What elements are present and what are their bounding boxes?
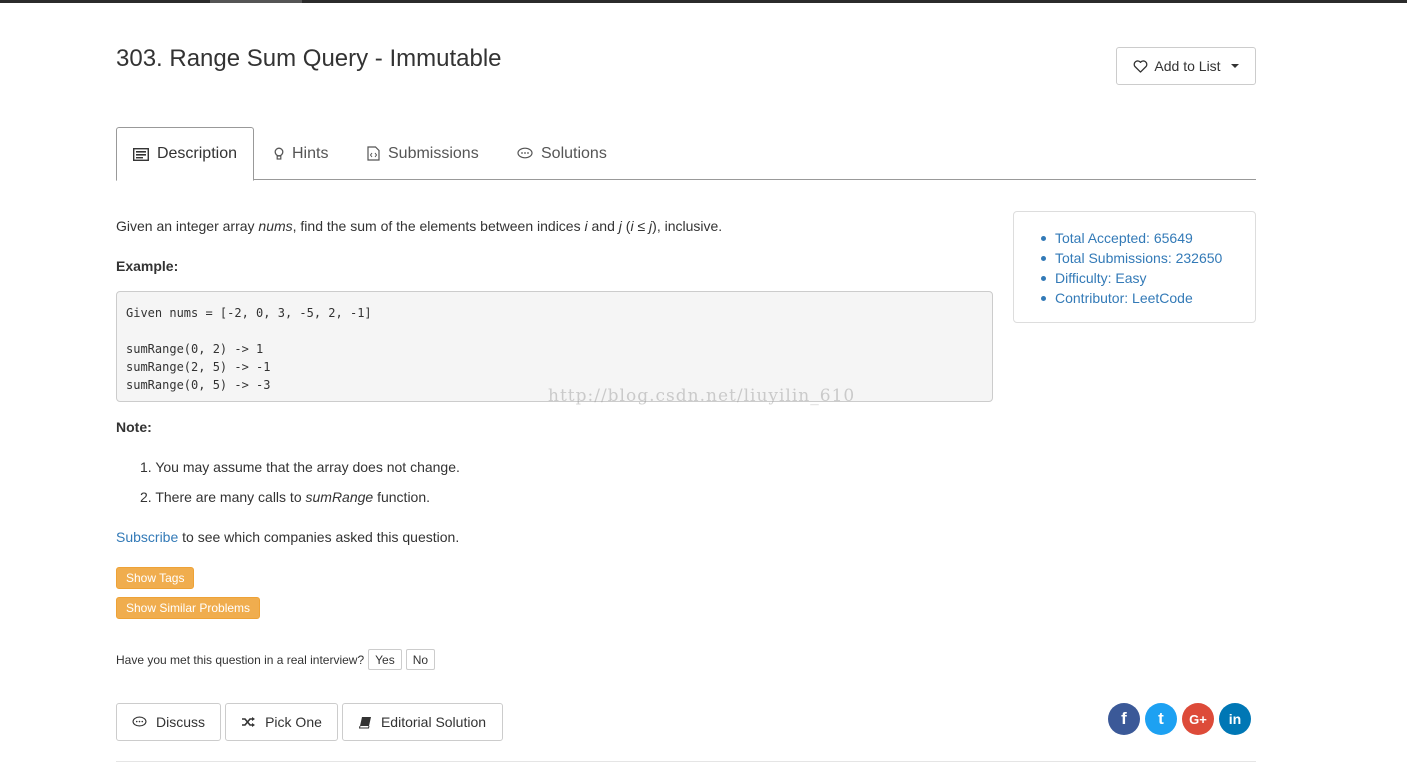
interview-question: Have you met this question in a real int… [116,649,436,670]
facebook-icon: f [1121,709,1127,728]
watermark-text: http://blog.csdn.net/liuyilin_610 [548,386,856,406]
tab-solutions[interactable]: Solutions [501,127,623,180]
stat-total-submissions: Total Submissions: 232650 [1040,248,1255,268]
yes-button[interactable]: Yes [368,649,402,670]
stat-contributor: Contributor: LeetCode [1040,288,1255,308]
facebook-share-button[interactable]: f [1108,703,1140,735]
tab-description-label: Description [156,145,237,162]
show-tags-button[interactable]: Show Tags [116,567,195,589]
browser-top-bar [0,0,1407,3]
subscribe-text: Subscribe to see which companies asked t… [116,529,460,545]
problem-stats-panel: Total Accepted: 65649 Total Submissions:… [1013,211,1256,323]
top-bar-segment [210,0,302,3]
code-line: sumRange(0, 2) -> 1 [126,342,264,356]
add-to-list-button[interactable]: Add to List [1116,47,1256,85]
subscribe-link[interactable]: Subscribe [116,529,178,545]
google-plus-share-button[interactable]: G+ [1182,703,1214,735]
heart-icon [1134,59,1148,73]
divider [116,761,1256,762]
tab-submissions-label: Submissions [388,144,479,162]
example-heading: Example: [116,258,179,274]
list-item: 1. You may assume that the array does no… [140,459,460,475]
page-title: 303. Range Sum Query - Immutable [116,45,502,72]
editorial-solution-button[interactable]: Editorial Solution [342,703,503,741]
problem-tabs: Description Hints Submissions Solutions [116,127,1256,181]
note-list: 1. You may assume that the array does no… [140,458,460,518]
tab-hints-label: Hints [292,144,329,162]
comment-icon [132,716,147,727]
list-item: 2. There are many calls to sumRange func… [140,489,431,505]
problem-description: Given an integer array nums, find the su… [116,218,723,234]
no-button[interactable]: No [405,649,436,670]
code-file-icon [367,146,380,161]
pick-one-label: Pick One [265,714,322,730]
tab-hints[interactable]: Hints [258,127,344,180]
tab-description[interactable]: Description [116,127,254,181]
linkedin-share-button[interactable]: in [1219,703,1251,735]
pick-one-button[interactable]: Pick One [225,703,338,741]
shuffle-icon [242,717,256,727]
discuss-label: Discuss [155,714,205,730]
discuss-button[interactable]: Discuss [116,703,221,741]
lightbulb-icon [274,147,284,160]
twitter-share-button[interactable]: t [1145,703,1177,735]
caret-down-icon [1230,64,1239,68]
code-line: Given nums = [-2, 0, 3, -5, 2, -1] [126,306,372,320]
linkedin-icon: in [1228,711,1242,727]
code-line: sumRange(2, 5) -> -1 [126,360,271,374]
google-plus-icon: G+ [1189,711,1207,727]
note-heading: Note: [116,419,152,435]
interview-question-text: Have you met this question in a real int… [116,652,365,667]
tab-submissions[interactable]: Submissions [351,127,495,180]
twitter-icon: t [1158,709,1164,728]
editorial-solution-label: Editorial Solution [380,714,487,730]
add-to-list-label: Add to List [1154,58,1221,74]
description-icon [133,147,149,161]
show-similar-problems-button[interactable]: Show Similar Problems [116,597,261,619]
tab-solutions-label: Solutions [541,144,607,162]
stat-difficulty: Difficulty: Easy [1040,268,1255,288]
stat-total-accepted: Total Accepted: 65649 [1040,228,1255,248]
comment-icon [517,147,533,159]
book-icon [358,716,371,728]
